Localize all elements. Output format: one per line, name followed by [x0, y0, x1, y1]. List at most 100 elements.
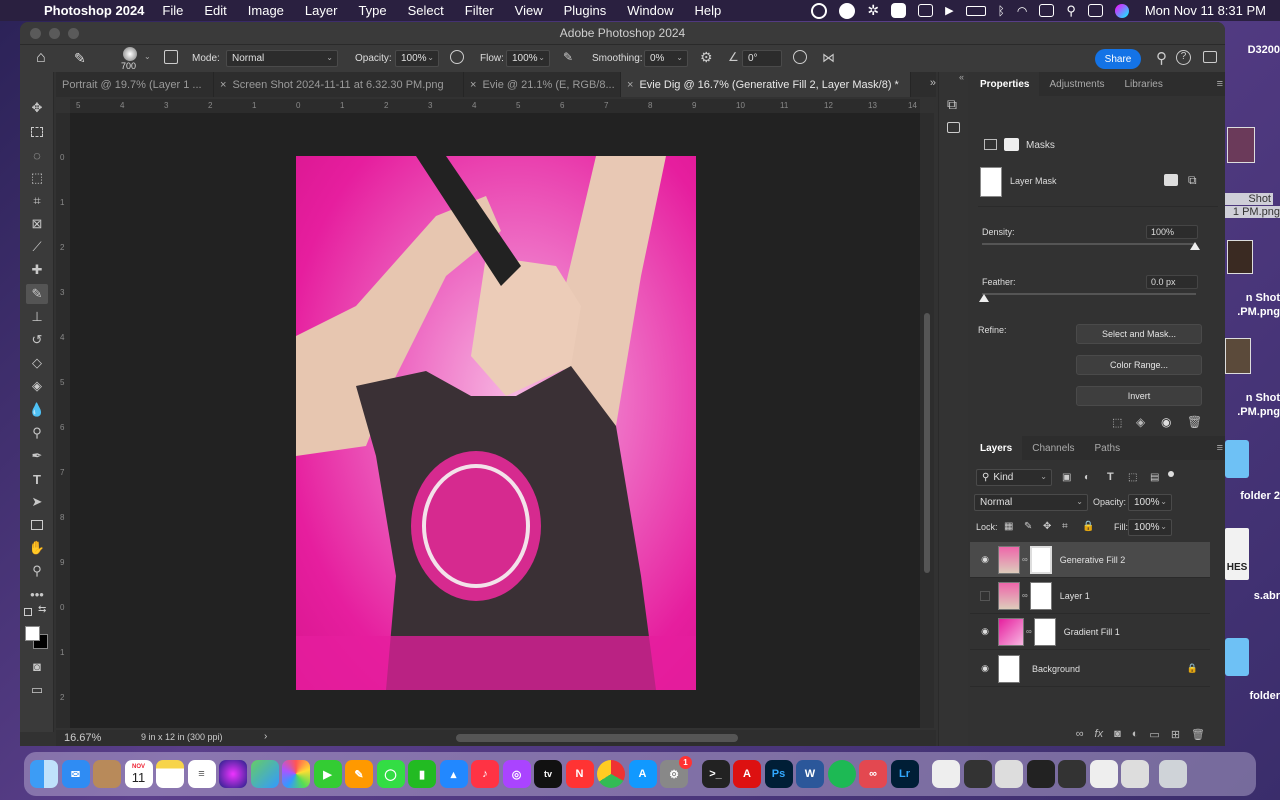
- blur-tool-icon[interactable]: 💧: [26, 400, 48, 420]
- quick-mask-icon[interactable]: ◙: [26, 656, 48, 676]
- system-settings-icon[interactable]: ⚙ 1: [660, 756, 692, 788]
- clone-stamp-tool-icon[interactable]: ⊥: [26, 307, 48, 327]
- flow-field[interactable]: 100% ⌄: [506, 50, 550, 67]
- keynote-icon[interactable]: ▴: [439, 760, 468, 788]
- dodge-tool-icon[interactable]: ⚲: [26, 423, 48, 443]
- wifi-icon[interactable]: ◠: [1017, 4, 1027, 18]
- smoothing-field[interactable]: 0% ⌄: [644, 50, 688, 67]
- notes-icon[interactable]: [156, 760, 184, 788]
- menu-edit[interactable]: Edit: [204, 3, 226, 18]
- folder-icon[interactable]: [1225, 638, 1249, 676]
- tab-libraries[interactable]: Libraries: [1115, 72, 1173, 96]
- zoom-level[interactable]: 16.67%: [64, 732, 101, 744]
- pages-icon[interactable]: ✎: [345, 760, 373, 788]
- foreground-color-swatch[interactable]: [25, 626, 40, 641]
- move-tool-icon[interactable]: ✥: [26, 98, 48, 118]
- bluetooth-icon[interactable]: ᛒ: [998, 4, 1005, 18]
- layer-opacity-field[interactable]: 100% ⌄: [1128, 494, 1172, 511]
- trash-icon[interactable]: [1158, 760, 1187, 788]
- contacts-icon[interactable]: [93, 760, 121, 788]
- apple-icon[interactable]: [18, 4, 32, 18]
- vector-mask-icon[interactable]: [1004, 138, 1019, 151]
- tab-paths[interactable]: Paths: [1085, 436, 1131, 460]
- folder-icon[interactable]: [1225, 440, 1249, 478]
- crop-tool-icon[interactable]: ⌗: [26, 191, 48, 211]
- tabs-overflow-icon[interactable]: »: [930, 77, 936, 89]
- angle-field[interactable]: 0°: [742, 50, 782, 67]
- filter-type-icon[interactable]: T: [1107, 471, 1114, 483]
- eyedropper-tool-icon[interactable]: ⟋: [26, 237, 48, 257]
- mirroring-icon[interactable]: [1039, 4, 1055, 17]
- messages-icon[interactable]: ◯: [376, 760, 405, 788]
- frame-tool-icon[interactable]: ⊠: [26, 214, 48, 234]
- recent-window-7[interactable]: [1121, 760, 1149, 788]
- fill-field[interactable]: 100% ⌄: [1128, 519, 1172, 536]
- pressure-size-icon[interactable]: [793, 50, 807, 64]
- pressure-opacity-icon[interactable]: [450, 50, 464, 64]
- recent-window-1[interactable]: [932, 760, 960, 788]
- photos-icon[interactable]: [282, 760, 310, 788]
- mail-icon[interactable]: ✉: [61, 760, 90, 788]
- history-brush-tool-icon[interactable]: ↺: [26, 330, 48, 350]
- tab-adjustments[interactable]: Adjustments: [1039, 72, 1114, 96]
- add-vector-mask-icon[interactable]: ⧉: [1188, 173, 1197, 188]
- swap-colors-icon[interactable]: ⇆: [38, 604, 46, 615]
- feather-slider[interactable]: [982, 293, 1196, 295]
- siri-icon[interactable]: [1114, 3, 1129, 18]
- layer-mask-thumbnail[interactable]: [1033, 617, 1056, 646]
- photoshop-icon[interactable]: Ps: [764, 760, 793, 788]
- gear-icon[interactable]: ⚙: [700, 49, 713, 66]
- visibility-eye-icon[interactable]: ◉: [978, 663, 992, 674]
- lock-position-icon[interactable]: ✥: [1043, 521, 1051, 532]
- menu-view[interactable]: View: [515, 3, 543, 18]
- brush-tool-icon[interactable]: ✎: [74, 50, 86, 67]
- select-and-mask-button[interactable]: Select and Mask...: [1076, 324, 1202, 344]
- invert-button[interactable]: Invert: [1076, 386, 1202, 406]
- recent-window-6[interactable]: [1089, 760, 1118, 788]
- fx-icon[interactable]: fx: [1095, 728, 1104, 740]
- lightroom-icon[interactable]: Lr: [890, 760, 919, 788]
- spotify-icon[interactable]: [827, 760, 856, 788]
- layer-row[interactable]: ◉ Background 🔒: [970, 651, 1210, 687]
- symmetry-icon[interactable]: ⋈: [822, 50, 835, 66]
- app-menu[interactable]: Photoshop 2024: [44, 3, 144, 18]
- numbers-icon[interactable]: ▮: [408, 760, 436, 788]
- collapse-panels-icon[interactable]: «: [959, 72, 964, 82]
- recent-window-3[interactable]: [995, 760, 1023, 788]
- lasso-tool-icon[interactable]: ◌: [26, 145, 48, 165]
- search-icon[interactable]: ⚲: [1156, 49, 1167, 67]
- battery-icon[interactable]: [965, 5, 986, 16]
- brush-size[interactable]: 700: [121, 61, 136, 71]
- pixel-mask-icon[interactable]: [984, 139, 997, 150]
- terminal-icon[interactable]: >_: [701, 760, 730, 788]
- grammarly-icon[interactable]: [839, 2, 856, 19]
- visibility-eye-icon[interactable]: ◉: [978, 554, 992, 565]
- color-range-button[interactable]: Color Range...: [1076, 355, 1202, 375]
- filter-toggle-icon[interactable]: [1168, 471, 1174, 477]
- screen-share-icon[interactable]: [918, 4, 934, 17]
- tab-evie[interactable]: × Evie @ 21.1% (E, RGB/8...: [464, 72, 621, 97]
- maps-icon[interactable]: [250, 760, 279, 788]
- document-info[interactable]: 9 in x 12 in (300 ppi): [141, 732, 223, 742]
- recent-window-5[interactable]: [1058, 760, 1086, 788]
- gradient-tool-icon[interactable]: ◈: [26, 376, 48, 396]
- link-icon[interactable]: ∞: [1022, 591, 1028, 600]
- link-layers-icon[interactable]: ∞: [1076, 728, 1084, 740]
- app-store-icon[interactable]: A: [628, 760, 657, 788]
- music-icon[interactable]: ♪: [471, 760, 499, 788]
- home-icon[interactable]: ⌂: [36, 49, 46, 67]
- screen-mode-icon[interactable]: ▭: [26, 680, 48, 700]
- minimize-window-button[interactable]: [49, 28, 60, 39]
- panel-menu-icon[interactable]: ≡: [1217, 78, 1223, 90]
- default-colors-icon[interactable]: [24, 608, 32, 616]
- adjustment-layer-icon[interactable]: ◐: [1132, 728, 1139, 740]
- tab-screen-shot[interactable]: × Screen Shot 2024-11-11 at 6.32.30 PM.pn…: [214, 72, 464, 97]
- new-layer-icon[interactable]: ⊞: [1171, 728, 1180, 741]
- load-selection-icon[interactable]: ⬚: [1112, 416, 1122, 429]
- tab-channels[interactable]: Channels: [1022, 436, 1084, 460]
- chrome-icon[interactable]: [597, 760, 625, 788]
- more-tools-icon[interactable]: •••: [26, 584, 48, 604]
- density-slider-handle[interactable]: [1190, 242, 1200, 250]
- tab-portrait[interactable]: Portrait @ 19.7% (Layer 1 ...: [56, 72, 214, 97]
- select-pixel-mask-icon[interactable]: [1164, 174, 1178, 186]
